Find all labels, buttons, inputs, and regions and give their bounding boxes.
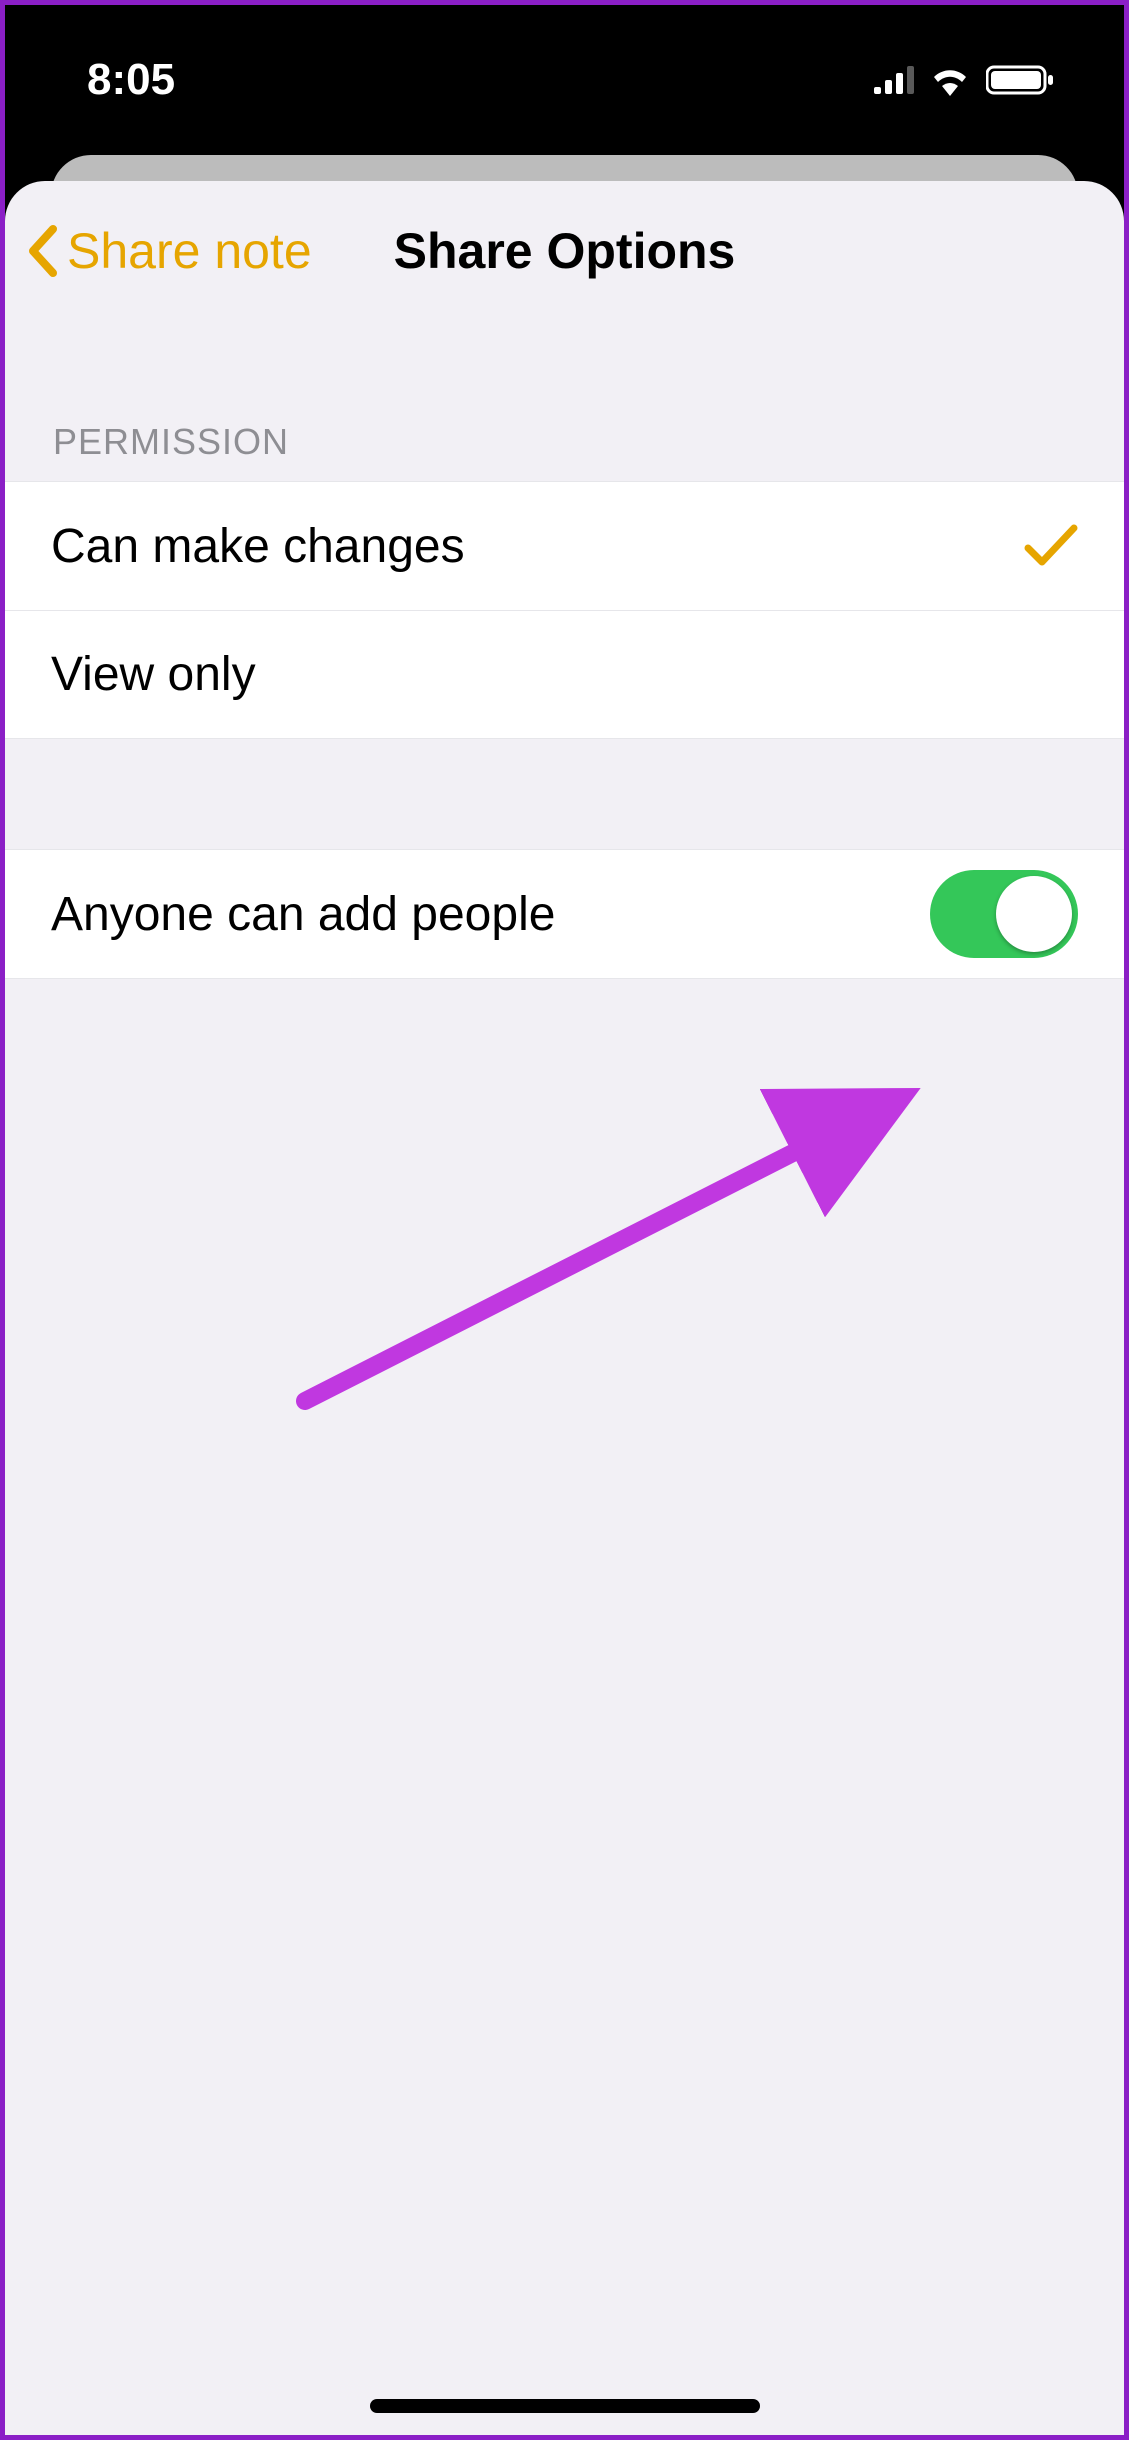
section-gap <box>5 739 1124 849</box>
wifi-icon <box>928 64 972 96</box>
chevron-left-icon <box>25 225 61 277</box>
checkmark-icon <box>1024 524 1078 568</box>
home-indicator <box>370 2399 760 2413</box>
anyone-can-add-people-toggle[interactable] <box>930 870 1078 958</box>
back-label: Share note <box>67 222 312 280</box>
back-button[interactable]: Share note <box>25 181 312 321</box>
option-label: Can make changes <box>51 519 465 574</box>
toggle-knob <box>996 876 1072 952</box>
cellular-icon <box>874 66 914 94</box>
screenshot-stage: 8:05 <box>0 0 1129 2440</box>
annotation-arrow <box>295 1081 935 1411</box>
phone-screen: 8:05 <box>5 5 1124 2435</box>
option-can-make-changes[interactable]: Can make changes <box>5 482 1124 610</box>
status-time: 8:05 <box>87 55 175 105</box>
row-label: Anyone can add people <box>51 887 555 942</box>
settings-sheet: Share note Share Options PERMISSION Can … <box>5 181 1124 2435</box>
add-people-list: Anyone can add people <box>5 849 1124 979</box>
battery-icon <box>986 64 1054 96</box>
status-bar: 8:05 <box>5 5 1124 155</box>
option-view-only[interactable]: View only <box>5 610 1124 738</box>
status-icons <box>874 64 1054 96</box>
option-label: View only <box>51 647 256 702</box>
nav-bar: Share note Share Options <box>5 181 1124 321</box>
permission-list: Can make changes View only <box>5 481 1124 739</box>
permission-section-header: PERMISSION <box>5 321 1124 481</box>
anyone-can-add-people-row[interactable]: Anyone can add people <box>5 850 1124 978</box>
